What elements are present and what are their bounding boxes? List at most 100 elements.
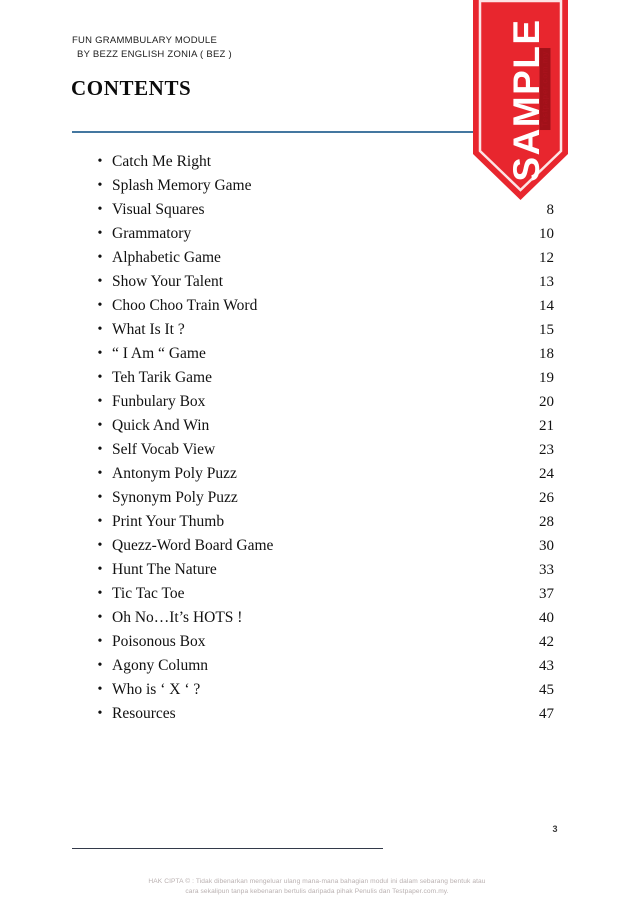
toc-entry-label: Alphabetic Game [112, 249, 221, 266]
toc-entry-page-number: 21 [539, 418, 554, 434]
bullet-icon: • [97, 610, 103, 625]
toc-entry-page-number: 24 [539, 466, 554, 482]
toc-entry-page-number: 23 [539, 442, 554, 458]
toc-entry-label: Teh Tarik Game [112, 369, 212, 386]
toc-entry-label: Quick And Win [112, 417, 210, 434]
toc-row[interactable]: • Resources 47 [72, 702, 562, 726]
toc-entry-label: Agony Column [112, 657, 209, 674]
toc-row[interactable]: • Print Your Thumb 28 [72, 510, 562, 534]
bullet-icon: • [97, 346, 103, 361]
page-number: 3 [552, 824, 558, 834]
toc-entry-page-number: 37 [539, 586, 554, 602]
bullet-icon: • [97, 274, 103, 289]
toc-row[interactable]: • Who is ‘ X ‘ ? 45 [72, 678, 562, 702]
toc-entry-page-number: 18 [539, 346, 554, 362]
table-of-contents: • Catch Me Right • Splash Memory Game • Visua… [72, 150, 562, 726]
toc-row[interactable]: • Self Vocab View 23 [72, 438, 562, 462]
sample-ribbon: Testpaper.com.my SAMPLE [473, 0, 568, 206]
toc-entry-label: Grammatory [112, 225, 192, 242]
toc-entry-label: Resources [112, 705, 176, 722]
toc-entry-label: Synonym Poly Puzz [112, 489, 238, 506]
toc-entry-page-number: 14 [539, 298, 554, 314]
toc-entry-label: Poisonous Box [112, 633, 206, 650]
toc-entry-label: Splash Memory Game [112, 177, 252, 194]
bullet-icon: • [97, 418, 103, 433]
bullet-icon: • [97, 202, 103, 217]
toc-row[interactable]: • What Is It ? 15 [72, 318, 562, 342]
toc-row[interactable]: • Antonym Poly Puzz 24 [72, 462, 562, 486]
toc-entry-label: Funbulary Box [112, 393, 206, 410]
toc-entry-page-number: 12 [539, 250, 554, 266]
toc-row[interactable]: • Grammatory 10 [72, 222, 562, 246]
document-page: FUN GRAMMBULARY MODULE BY BEZZ ENGLISH Z… [0, 0, 634, 902]
toc-entry-page-number: 28 [539, 514, 554, 530]
toc-entry-label: What Is It ? [112, 321, 185, 338]
bullet-icon: • [97, 298, 103, 313]
toc-entry-page-number: 26 [539, 490, 554, 506]
footer-divider [72, 848, 383, 849]
bullet-icon: • [97, 658, 103, 673]
toc-row[interactable]: • Quezz-Word Board Game 30 [72, 534, 562, 558]
toc-entry-label: Catch Me Right [112, 153, 212, 170]
toc-row[interactable]: • Poisonous Box 42 [72, 630, 562, 654]
toc-entry-page-number: 45 [539, 682, 554, 698]
bullet-icon: • [97, 394, 103, 409]
toc-entry-label: Quezz-Word Board Game [112, 537, 274, 554]
toc-row[interactable]: • Alphabetic Game 12 [72, 246, 562, 270]
bullet-icon: • [97, 250, 103, 265]
toc-entry-label: Antonym Poly Puzz [112, 465, 237, 482]
page-title: CONTENTS [71, 76, 192, 100]
toc-row[interactable]: • Tic Tac Toe 37 [72, 582, 562, 606]
bullet-icon: • [97, 322, 103, 337]
toc-row[interactable]: • Agony Column 43 [72, 654, 562, 678]
toc-entry-label: Choo Choo Train Word [112, 297, 258, 314]
bullet-icon: • [97, 178, 103, 193]
toc-entry-page-number: 33 [539, 562, 554, 578]
bullet-icon: • [97, 466, 103, 481]
toc-entry-label: Oh No…It’s HOTS ! [112, 609, 243, 626]
toc-entry-page-number: 19 [539, 370, 554, 386]
running-header: FUN GRAMMBULARY MODULE BY BEZZ ENGLISH Z… [72, 34, 232, 62]
toc-row[interactable]: • “ I Am “ Game 18 [72, 342, 562, 366]
toc-entry-label: Who is ‘ X ‘ ? [112, 681, 201, 698]
toc-entry-page-number: 42 [539, 634, 554, 650]
toc-entry-label: Tic Tac Toe [112, 585, 185, 602]
toc-entry-page-number: 20 [539, 394, 554, 410]
toc-row[interactable]: • Choo Choo Train Word 14 [72, 294, 562, 318]
toc-entry-page-number: 43 [539, 658, 554, 674]
bullet-icon: • [97, 538, 103, 553]
running-header-line-1: FUN GRAMMBULARY MODULE [72, 35, 218, 46]
toc-entry-label: Print Your Thumb [112, 513, 225, 530]
toc-row[interactable]: • Quick And Win 21 [72, 414, 562, 438]
bullet-icon: • [97, 490, 103, 505]
toc-row[interactable]: • Teh Tarik Game 19 [72, 366, 562, 390]
bullet-icon: • [97, 226, 103, 241]
bullet-icon: • [97, 442, 103, 457]
toc-entry-label: Hunt The Nature [112, 561, 217, 578]
toc-entry-page-number: 47 [539, 706, 554, 722]
toc-entry-label: Visual Squares [112, 201, 205, 218]
toc-row[interactable]: • Hunt The Nature 33 [72, 558, 562, 582]
bullet-icon: • [97, 634, 103, 649]
bullet-icon: • [97, 514, 103, 529]
toc-entry-page-number: 13 [539, 274, 554, 290]
toc-row[interactable]: • Oh No…It’s HOTS ! 40 [72, 606, 562, 630]
bullet-icon: • [97, 706, 103, 721]
toc-row[interactable]: • Show Your Talent 13 [72, 270, 562, 294]
toc-entry-page-number: 30 [539, 538, 554, 554]
copyright-notice: HAK CIPTA © : Tidak dibenarkan mengeluar… [148, 878, 486, 895]
bullet-icon: • [97, 586, 103, 601]
toc-entry-label: Show Your Talent [112, 273, 224, 290]
toc-entry-label: “ I Am “ Game [112, 345, 206, 362]
bullet-icon: • [97, 562, 103, 577]
toc-entry-page-number: 40 [539, 610, 554, 626]
toc-entry-label: Self Vocab View [112, 441, 216, 458]
title-divider [72, 131, 473, 133]
bullet-icon: • [97, 370, 103, 385]
running-header-line-2: BY BEZZ ENGLISH ZONIA ( BEZ ) [77, 49, 232, 60]
toc-row[interactable]: • Synonym Poly Puzz 26 [72, 486, 562, 510]
toc-entry-page-number: 10 [539, 226, 554, 242]
toc-row[interactable]: • Funbulary Box 20 [72, 390, 562, 414]
toc-entry-page-number: 15 [539, 322, 554, 338]
sample-ribbon-shape [473, 0, 568, 200]
